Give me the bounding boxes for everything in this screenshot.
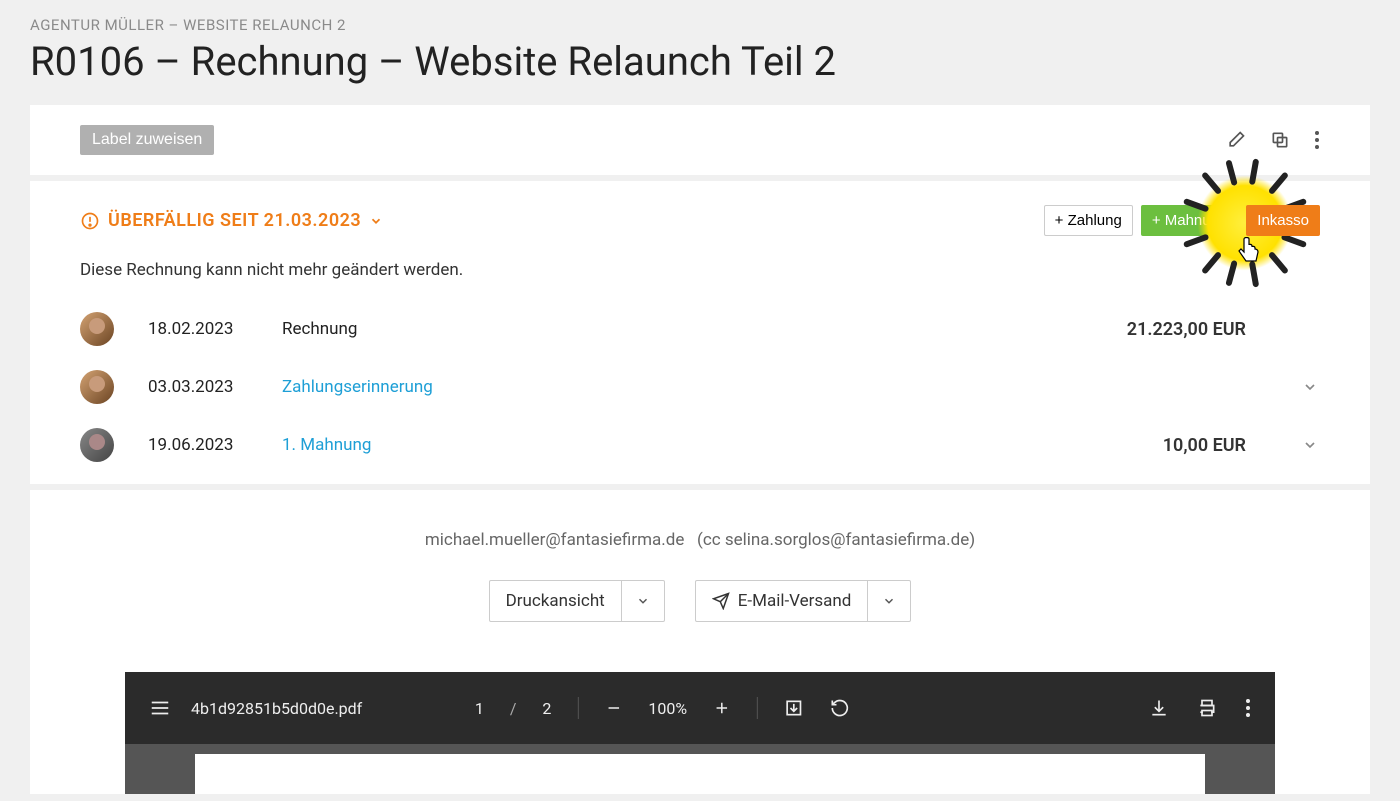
pdf-zoom-level[interactable]: 100%: [648, 699, 687, 718]
breadcrumb[interactable]: AGENTUR MÜLLER – WEBSITE RELAUNCH 2: [30, 16, 1370, 34]
history-row: 18.02.2023 Rechnung 21.223,00 EUR: [80, 300, 1320, 358]
pdf-filename: 4b1d92851b5d0d0e.pdf: [191, 699, 362, 718]
history-row: 03.03.2023 Zahlungserinnerung: [80, 358, 1320, 416]
recipient-line: michael.mueller@fantasiefirma.de (cc sel…: [80, 530, 1320, 550]
pdf-zoom-in-icon[interactable]: [713, 699, 731, 717]
pdf-download-icon[interactable]: [1149, 698, 1169, 718]
pdf-print-icon[interactable]: [1197, 698, 1217, 718]
pdf-more-icon[interactable]: [1245, 698, 1251, 718]
history-amount: 10,00 EUR: [1163, 435, 1246, 456]
history-date: 03.03.2023: [148, 377, 248, 397]
pdf-page-sep: /: [510, 699, 517, 718]
email-to: michael.mueller@fantasiefirma.de: [425, 530, 684, 550]
email-cc: (cc selina.sorglos@fantasiefirma.de): [697, 530, 975, 550]
history-label[interactable]: 1. Mahnung: [282, 435, 1129, 455]
history-label[interactable]: Zahlungserinnerung: [282, 377, 1212, 397]
pdf-zoom-out-icon[interactable]: [604, 699, 622, 717]
email-send-button[interactable]: E-Mail-Versand: [695, 580, 912, 622]
pdf-toolbar: 4b1d92851b5d0d0e.pdf 1 / 2 100%: [125, 672, 1275, 744]
history-date: 19.06.2023: [148, 435, 248, 455]
more-icon[interactable]: [1314, 130, 1320, 150]
pdf-rotate-icon[interactable]: [830, 698, 850, 718]
pdf-menu-icon[interactable]: [149, 697, 171, 719]
avatar: [80, 312, 114, 346]
email-send-caret[interactable]: [867, 581, 910, 621]
copy-icon[interactable]: [1270, 130, 1290, 150]
assign-label-button[interactable]: Label zuweisen: [80, 125, 214, 155]
history-date: 18.02.2023: [148, 319, 248, 339]
chevron-down-icon[interactable]: [1300, 437, 1320, 453]
send-icon: [712, 592, 730, 610]
history-amount: 21.223,00 EUR: [1127, 319, 1246, 340]
pdf-page-area[interactable]: [125, 744, 1275, 794]
edit-icon[interactable]: [1226, 130, 1246, 150]
pdf-fit-icon[interactable]: [784, 698, 804, 718]
add-payment-button[interactable]: + Zahlung: [1044, 205, 1133, 236]
locked-note: Diese Rechnung kann nicht mehr geändert …: [80, 260, 1320, 280]
overdue-status[interactable]: ÜBERFÄLLIG SEIT 21.03.2023: [80, 210, 383, 231]
add-reminder-button[interactable]: + Mahnung: [1141, 205, 1238, 236]
email-send-label[interactable]: E-Mail-Versand: [696, 581, 868, 621]
pdf-page-total: 2: [542, 699, 551, 718]
inkasso-button[interactable]: Inkasso: [1246, 205, 1320, 236]
print-preview-caret[interactable]: [621, 581, 664, 621]
overdue-text: ÜBERFÄLLIG SEIT 21.03.2023: [108, 210, 361, 231]
page-title: R0106 – Rechnung – Website Relaunch Teil…: [30, 38, 1370, 85]
pdf-page-current[interactable]: 1: [475, 699, 484, 718]
print-preview-label[interactable]: Druckansicht: [490, 581, 621, 621]
avatar: [80, 370, 114, 404]
print-preview-button[interactable]: Druckansicht: [489, 580, 665, 622]
history-row: 19.06.2023 1. Mahnung 10,00 EUR: [80, 416, 1320, 474]
avatar: [80, 428, 114, 462]
history-label: Rechnung: [282, 319, 1093, 339]
email-send-text: E-Mail-Versand: [738, 591, 852, 611]
chevron-down-icon[interactable]: [1300, 379, 1320, 395]
